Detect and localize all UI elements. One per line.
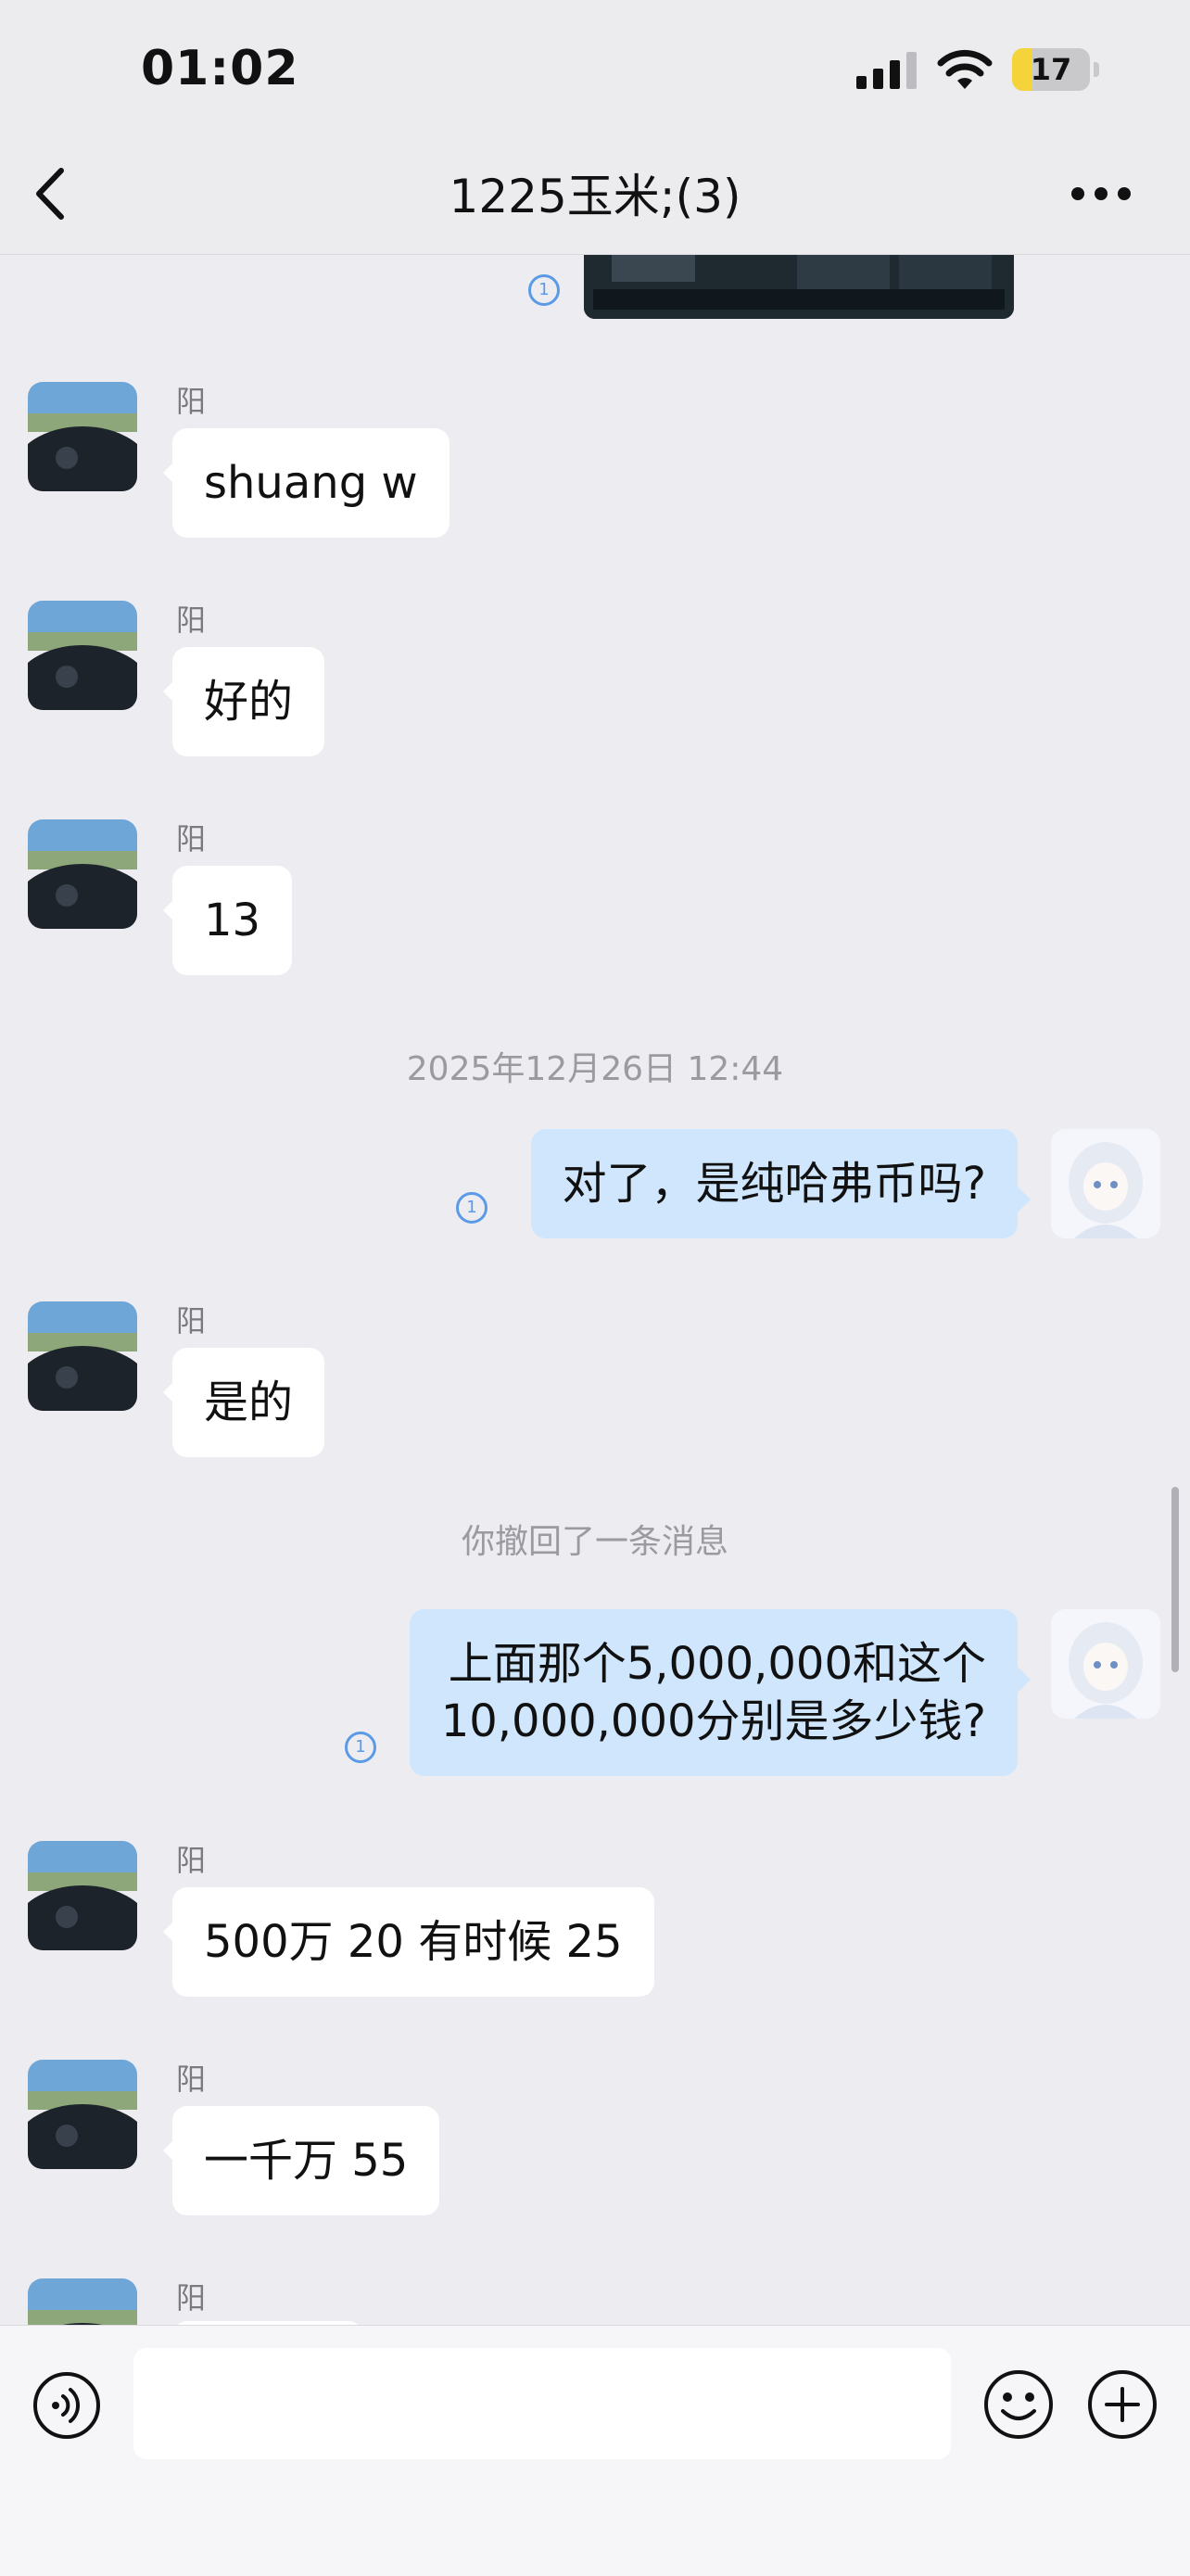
sender-name: 阳 xyxy=(176,1843,207,1878)
message-line: 上面那个5,000,000和这个 xyxy=(448,1638,986,1690)
avatar[interactable] xyxy=(28,1841,137,1950)
dashboard-avatar-image xyxy=(28,382,137,491)
sender-name: 阳 xyxy=(176,603,207,638)
battery-percent: 17 xyxy=(1030,52,1072,87)
dashboard-avatar-image xyxy=(28,1301,137,1411)
sender-name: 阳 xyxy=(176,1303,207,1339)
top-bar: 01:02 17 1225玉米;(3) xyxy=(0,0,1190,255)
sender-name: 阳 xyxy=(176,821,207,857)
avatar[interactable] xyxy=(28,2060,137,2169)
avatar[interactable] xyxy=(28,382,137,491)
game-screenshot-thumbnail xyxy=(584,254,1014,319)
message-bubble[interactable]: 13 xyxy=(172,866,293,975)
message-bubble-outgoing[interactable]: 对了，是纯哈弗币吗? xyxy=(530,1129,1018,1238)
read-status-marker[interactable]: 1 xyxy=(345,1732,376,1763)
status-time: 01:02 xyxy=(141,41,299,96)
message-bubble[interactable]: shuang w xyxy=(172,428,449,538)
cellular-signal-icon xyxy=(856,52,917,89)
add-attachment-icon[interactable] xyxy=(1086,2368,1158,2441)
message-bubble[interactable]: 500万 20 有时候 25 xyxy=(172,1887,654,1997)
dashboard-avatar-image xyxy=(28,1841,137,1950)
message-list[interactable]: 1 阳 shuang w 阳 好的 阳 13 2025年12月26日 12:44… xyxy=(0,254,1190,2325)
message-line: 10,000,000分别是多少钱? xyxy=(440,1695,986,1747)
message-bubble[interactable]: 一千万 55 xyxy=(172,2106,440,2215)
sender-name: 阳 xyxy=(176,2062,207,2097)
message-bubble-outgoing[interactable]: 上面那个5,000,000和这个 10,000,000分别是多少钱? xyxy=(409,1609,1018,1776)
dashboard-avatar-image xyxy=(28,819,137,929)
avatar[interactable] xyxy=(28,2278,137,2325)
message-bubble[interactable]: 好的 xyxy=(172,647,325,756)
avatar[interactable] xyxy=(28,1301,137,1411)
scrollbar[interactable] xyxy=(1171,1487,1179,1672)
read-status-marker[interactable]: 1 xyxy=(456,1192,487,1224)
input-bar xyxy=(0,2325,1190,2576)
timestamp-divider: 2025年12月26日 12:44 xyxy=(406,1050,784,1088)
recalled-message-notice: 你撤回了一条消息 xyxy=(461,1523,728,1561)
avatar[interactable] xyxy=(28,601,137,710)
avatar[interactable] xyxy=(28,819,137,929)
chat-title: 1225玉米;(3) xyxy=(449,170,741,223)
battery-indicator: 17 xyxy=(1012,48,1101,91)
my-avatar[interactable] xyxy=(1051,1129,1160,1238)
voice-input-icon[interactable] xyxy=(32,2370,102,2441)
anime-girl-avatar-image xyxy=(1051,1609,1160,1719)
read-status-marker[interactable]: 1 xyxy=(528,274,560,306)
sender-name: 阳 xyxy=(176,384,207,419)
anime-girl-avatar-image xyxy=(1051,1129,1160,1238)
dashboard-avatar-image xyxy=(28,601,137,710)
dashboard-avatar-image xyxy=(28,2060,137,2169)
wifi-icon xyxy=(937,49,993,89)
my-avatar[interactable] xyxy=(1051,1609,1160,1719)
emoji-icon[interactable] xyxy=(982,2368,1055,2441)
more-options-icon[interactable] xyxy=(1071,185,1131,204)
image-message[interactable] xyxy=(584,254,1014,319)
message-bubble[interactable]: 是的 xyxy=(172,1348,325,1457)
dashboard-avatar-image xyxy=(28,2278,137,2325)
message-input[interactable] xyxy=(133,2348,951,2459)
sender-name: 阳 xyxy=(176,2280,207,2316)
